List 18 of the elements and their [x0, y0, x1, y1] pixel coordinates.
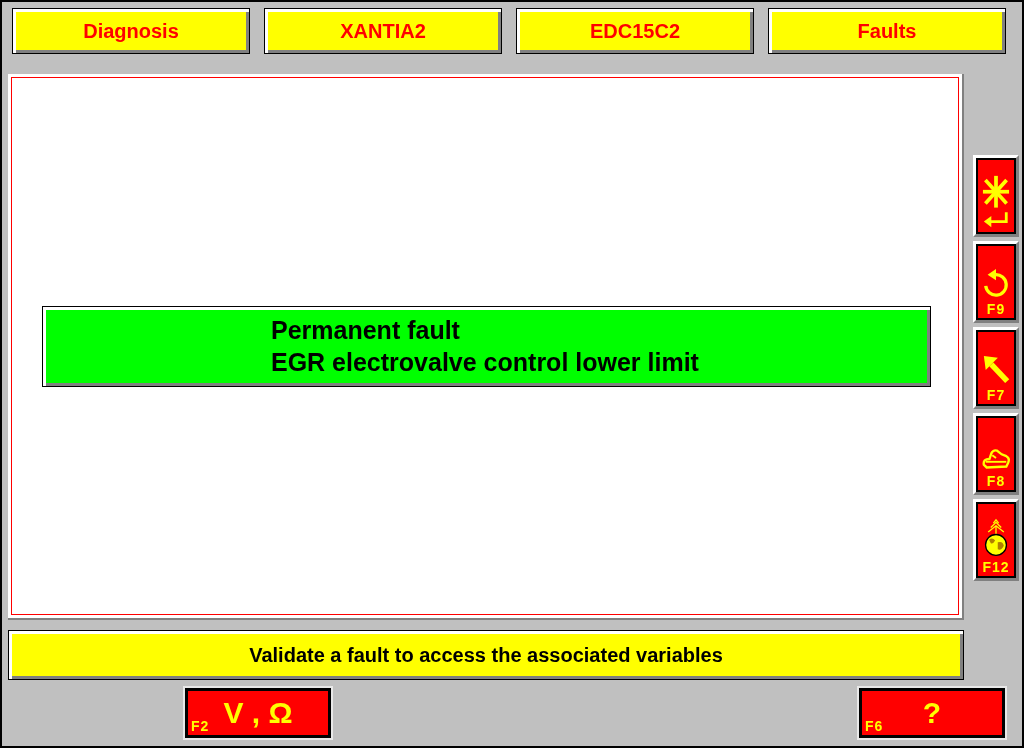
diagonal-arrow-icon [982, 354, 1010, 386]
fault-item[interactable]: Permanent fault EGR electrovalve control lower limit [42, 305, 931, 387]
function-key-button[interactable]: F7 [973, 327, 1019, 409]
function-key-button[interactable]: F12 [973, 499, 1019, 581]
function-key-button[interactable]: F2 V , Ω [183, 686, 333, 740]
header-panel: XANTIA2 [264, 8, 502, 54]
header-panel: Diagnosis [12, 8, 250, 54]
asterisk-enter-icon [981, 174, 1011, 230]
car-icon [981, 446, 1011, 472]
function-key-button[interactable]: F6 ? [857, 686, 1007, 740]
globe-signal-icon [982, 518, 1010, 558]
header-panel: EDC15C2 [516, 8, 754, 54]
function-key-button[interactable]: F9 [973, 241, 1019, 323]
status-bar: Validate a fault to access the associated variables [8, 630, 964, 680]
header-panel: Faults [768, 8, 1006, 54]
function-key-button[interactable] [973, 155, 1019, 237]
circular-arrow-icon [982, 268, 1010, 300]
function-key-button[interactable]: F8 [973, 413, 1019, 495]
